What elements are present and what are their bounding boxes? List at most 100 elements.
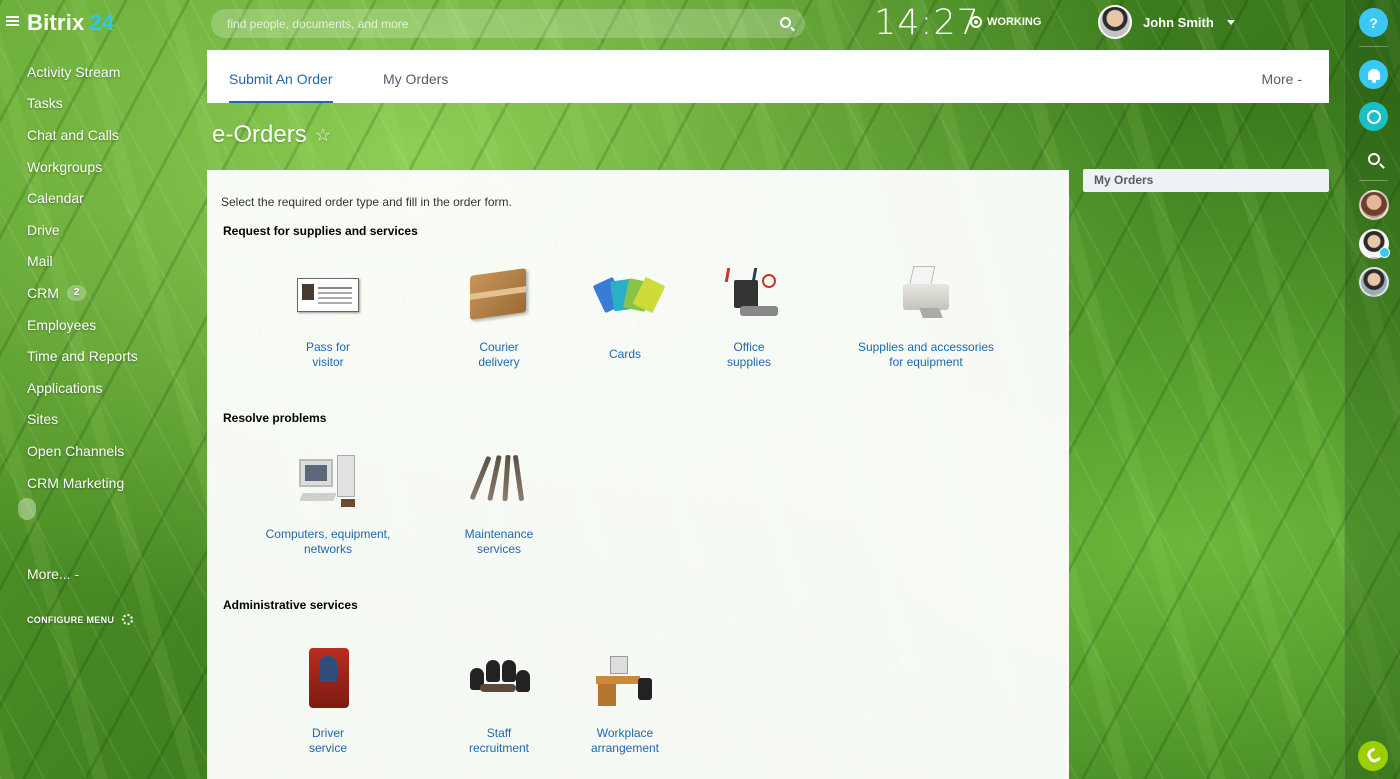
office-supplies-icon [714,260,784,324]
bell-glyph [1367,69,1380,83]
order-item-workplace[interactable]: Workplace arrangement [540,646,710,756]
avatar [1098,5,1132,39]
brand-logo[interactable]: Bitrix 24 [27,10,114,36]
dash-icon: - [74,566,80,582]
user-menu[interactable]: John Smith [1098,5,1235,39]
tabs-more-label: More [1261,71,1294,87]
help-icon[interactable]: ? [1359,8,1388,37]
sidebar-item-open-channels[interactable]: Open Channels [27,435,138,467]
sidebar-item-label: Workgroups [27,158,103,175]
star-icon[interactable]: ☆ [315,125,331,146]
sidebar-item-calendar[interactable]: Calendar [27,182,138,214]
right-rail: ? [1344,0,1400,779]
global-search [211,9,805,38]
sidebar-item-activity-stream[interactable]: Activity Stream [27,56,138,88]
sidebar-item-employees[interactable]: Employees [27,309,138,341]
driver-icon [293,646,363,710]
sidebar-item-chat-and-calls[interactable]: Chat and Calls [27,119,138,151]
tab-bar: Submit An Order My Orders More - [207,50,1329,103]
my-orders-widget-title[interactable]: My Orders [1083,169,1329,192]
order-item-label: Computers, equipment, networks [265,527,391,556]
tabs-more-button[interactable]: More - [1262,50,1302,103]
configure-menu-label: CONFIGURE MENU [27,614,115,625]
search-icon[interactable] [780,17,791,28]
intro-text: Select the required order type and fill … [221,195,512,209]
brand-suffix: 24 [89,10,115,35]
courier-box-icon [464,260,534,324]
page-title-text: e-Orders [212,121,307,148]
avatar[interactable] [1359,267,1389,297]
order-item-maintenance[interactable]: Maintenance services [414,447,584,557]
order-item-label: Maintenance services [464,527,534,556]
sidebar-item-label: Open Channels [27,442,125,459]
sidebar-item-drive[interactable]: Drive [27,214,138,246]
cards-icon [590,260,666,324]
search-input[interactable] [227,9,767,38]
sidebar-more-label: More... [27,566,71,582]
sidebar-item-label: Sites [27,411,59,428]
sidebar-item-mail[interactable]: Mail [27,246,138,278]
order-item-label: Office supplies [726,340,772,369]
sidebar-item-label: Mail [27,253,53,270]
sidebar-more-link[interactable]: More... - [27,566,79,582]
sidebar-item-label: Activity Stream [27,63,121,80]
order-item-computers[interactable]: Computers, equipment, networks [243,447,413,557]
left-sidebar: Bitrix 24 Activity Stream Tasks Chat and … [0,0,207,779]
sidebar-item-label: Employees [27,316,97,333]
configure-menu-button[interactable]: CONFIGURE MENU [27,614,134,625]
phone-icon[interactable] [1358,741,1388,771]
order-item-driver-service[interactable]: Driver service [243,646,413,756]
order-item-equipment-supplies[interactable]: Supplies and accessories for equipment [843,260,1009,370]
sidebar-menu: Activity Stream Tasks Chat and Calls Wor… [27,56,138,498]
sidebar-item-label: CRM [27,284,59,301]
visitor-pass-icon [293,260,363,324]
avatar[interactable] [1359,190,1389,220]
search-glyph [1367,152,1380,165]
chat-glyph [1366,109,1381,124]
section-title: Administrative services [223,598,358,612]
order-item-label: Supplies and accessories for equipment [857,340,995,369]
sidebar-item-sites[interactable]: Sites [27,404,138,436]
sidebar-item-label: CRM Marketing [27,474,125,491]
sidebar-item-label: Time and Reports [27,348,138,365]
status-record-icon [970,16,982,28]
rail-divider [1359,46,1388,47]
printer-icon [891,260,961,324]
sidebar-item-label: Applications [27,379,103,396]
avatar[interactable] [1359,229,1390,259]
rail-divider [1359,180,1388,181]
order-item-visitor-pass[interactable]: Pass for visitor [243,260,413,370]
chevron-down-icon [1226,19,1235,25]
phone-glyph [1365,747,1381,765]
bell-icon[interactable] [1359,60,1388,89]
computer-icon [293,447,363,511]
tab-my-orders[interactable]: My Orders [383,50,448,103]
tab-submit-an-order[interactable]: Submit An Order [229,50,333,103]
status-label: WORKING [987,16,1042,28]
desk-icon [590,646,660,710]
order-item-label: Driver service [308,726,347,755]
sidebar-item-label: Tasks [27,95,63,112]
wrenches-icon [464,447,534,511]
sidebar-item-crm[interactable]: CRM 2 [27,277,138,309]
sidebar-item-label: Calendar [27,190,84,207]
menu-burger-icon[interactable] [6,16,19,26]
sidebar-item-workgroups[interactable]: Workgroups [27,151,138,183]
chat-icon[interactable] [1359,102,1388,131]
sidebar-scroll-handle[interactable] [18,498,36,520]
user-name: John Smith [1143,14,1214,30]
crm-counter-badge: 2 [66,284,87,301]
gear-icon [122,614,134,625]
sidebar-item-crm-marketing[interactable]: CRM Marketing [27,467,138,499]
order-item-office-supplies[interactable]: Office supplies [664,260,834,370]
sidebar-item-time-and-reports[interactable]: Time and Reports [27,340,138,372]
sidebar-item-label: Drive [27,221,60,238]
section-title: Resolve problems [223,411,327,425]
dash-icon: - [1297,71,1302,87]
sidebar-item-tasks[interactable]: Tasks [27,88,138,120]
clock[interactable]: 14:27 [874,3,980,43]
search-icon[interactable] [1359,144,1388,173]
sidebar-item-label: Chat and Calls [27,126,119,143]
work-status[interactable]: WORKING [970,16,1041,28]
sidebar-item-applications[interactable]: Applications [27,372,138,404]
